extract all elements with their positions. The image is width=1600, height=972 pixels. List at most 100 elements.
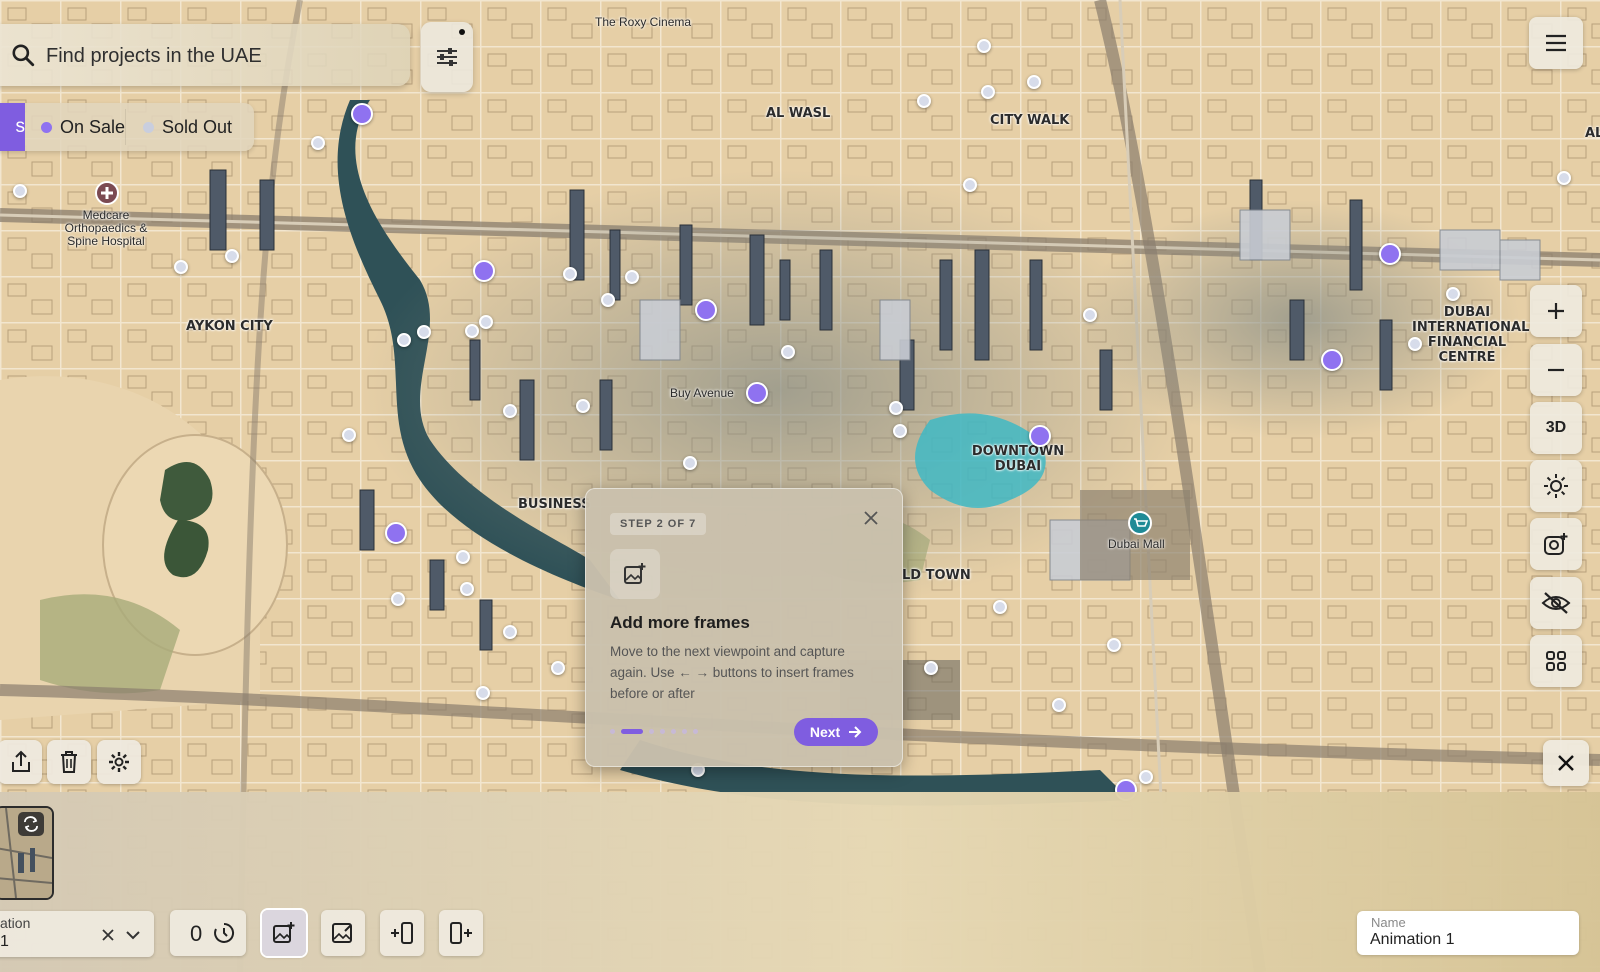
project-marker-sold-out[interactable] <box>311 136 325 150</box>
hide-button[interactable] <box>1530 577 1582 629</box>
project-marker-sold-out[interactable] <box>342 428 356 442</box>
project-marker-sold-out[interactable] <box>1139 770 1153 784</box>
project-marker-sold-out[interactable] <box>397 333 411 347</box>
insert-frame-before-button[interactable] <box>380 910 424 956</box>
legend-item-sold-out[interactable]: Sold Out <box>143 103 232 151</box>
menu-button[interactable] <box>1529 17 1583 69</box>
zoom-out-button[interactable] <box>1530 344 1582 396</box>
replace-frame-button[interactable] <box>321 910 365 956</box>
project-marker-sold-out[interactable] <box>456 550 470 564</box>
project-marker-sold-out[interactable] <box>977 39 991 53</box>
close-animation-button[interactable] <box>1543 740 1589 786</box>
animation-select[interactable]: ation 1 <box>0 911 154 957</box>
project-marker-sold-out[interactable] <box>1027 75 1041 89</box>
share-button[interactable] <box>0 740 42 784</box>
project-marker-on-sale[interactable] <box>695 299 717 321</box>
project-marker-sold-out[interactable] <box>13 184 27 198</box>
animation-name-input[interactable] <box>1370 931 1570 949</box>
search-input[interactable] <box>44 38 378 74</box>
project-marker-sold-out[interactable] <box>576 399 590 413</box>
area-label-difc: DUBAI INTERNATIONAL FINANCIAL CENTRE <box>1412 305 1530 365</box>
step-dot <box>682 729 687 734</box>
project-marker-on-sale[interactable] <box>746 382 768 404</box>
project-marker-sold-out[interactable] <box>479 315 493 329</box>
project-marker-sold-out[interactable] <box>683 456 697 470</box>
frame-loop-badge[interactable] <box>18 812 44 836</box>
project-marker-on-sale[interactable] <box>1321 349 1343 371</box>
clear-icon[interactable] <box>102 929 114 941</box>
dialog-close-button[interactable] <box>860 507 882 529</box>
project-marker-sold-out[interactable] <box>503 625 517 639</box>
step-dot <box>693 729 698 734</box>
legend-divider <box>125 109 126 145</box>
sold-out-dot <box>143 122 154 133</box>
plus-icon <box>1548 303 1564 319</box>
project-marker-sold-out[interactable] <box>391 592 405 606</box>
project-marker-sold-out[interactable] <box>893 424 907 438</box>
project-marker-on-sale[interactable] <box>385 522 407 544</box>
project-marker-sold-out[interactable] <box>924 661 938 675</box>
project-marker-sold-out[interactable] <box>503 404 517 418</box>
project-marker-sold-out[interactable] <box>963 178 977 192</box>
arrow-right-icon <box>849 726 862 738</box>
project-marker-sold-out[interactable] <box>1107 638 1121 652</box>
poi-roxy-cinema[interactable]: The Roxy Cinema <box>595 16 691 29</box>
project-marker-sold-out[interactable] <box>460 582 474 596</box>
project-marker-sold-out[interactable] <box>1446 287 1460 301</box>
search-bar[interactable] <box>0 24 410 86</box>
view-mode-3d-button[interactable]: 3D <box>1530 402 1582 454</box>
delete-button[interactable] <box>47 740 91 784</box>
project-marker-sold-out[interactable] <box>1557 171 1571 185</box>
animation-name-field[interactable]: Name <box>1357 911 1579 955</box>
project-marker-on-sale[interactable] <box>351 103 373 125</box>
hospital-icon[interactable] <box>94 180 120 206</box>
project-marker-sold-out[interactable] <box>889 401 903 415</box>
poi-dubai-mall[interactable]: Dubai Mall <box>1108 538 1165 551</box>
project-marker-sold-out[interactable] <box>993 600 1007 614</box>
project-marker-sold-out[interactable] <box>1408 337 1422 351</box>
project-marker-sold-out[interactable] <box>781 345 795 359</box>
chevron-down-icon[interactable] <box>126 930 140 940</box>
project-marker-on-sale[interactable] <box>1379 243 1401 265</box>
grid-button[interactable] <box>1530 635 1582 687</box>
project-marker-sold-out[interactable] <box>981 85 995 99</box>
project-marker-sold-out[interactable] <box>174 260 188 274</box>
on-sale-dot <box>41 122 52 133</box>
project-marker-sold-out[interactable] <box>551 661 565 675</box>
project-marker-on-sale[interactable] <box>1029 425 1051 447</box>
project-marker-sold-out[interactable] <box>1052 698 1066 712</box>
repeat-icon <box>24 816 38 832</box>
lighting-button[interactable] <box>1530 460 1582 512</box>
add-frame-button[interactable] <box>262 910 306 956</box>
minus-icon <box>1548 368 1564 372</box>
camera-plus-icon <box>1544 533 1568 555</box>
legend-active-segment[interactable]: s <box>0 103 25 151</box>
poi-buy-avenue[interactable]: Buy Avenue <box>670 387 734 400</box>
project-marker-sold-out[interactable] <box>417 325 431 339</box>
settings-button[interactable] <box>97 740 141 784</box>
project-marker-sold-out[interactable] <box>563 267 577 281</box>
filter-button[interactable] <box>421 22 473 92</box>
zoom-in-button[interactable] <box>1530 285 1582 337</box>
project-marker-sold-out[interactable] <box>476 686 490 700</box>
project-marker-sold-out[interactable] <box>917 94 931 108</box>
project-marker-on-sale[interactable] <box>473 260 495 282</box>
frame-duration-field[interactable]: 0 <box>170 910 246 956</box>
area-label-aykon-city: AYKON CITY <box>186 319 273 334</box>
legend-item-on-sale[interactable]: On Sale <box>41 103 125 151</box>
insert-frame-after-button[interactable] <box>439 910 483 956</box>
project-marker-sold-out[interactable] <box>625 270 639 284</box>
project-marker-sold-out[interactable] <box>225 249 239 263</box>
dialog-icon-tile <box>610 549 660 599</box>
shopping-cart-icon[interactable] <box>1127 510 1153 536</box>
capture-button[interactable] <box>1530 518 1582 570</box>
poi-medcare-hospital[interactable]: Medcare Orthopaedics & Spine Hospital <box>56 209 156 248</box>
project-marker-sold-out[interactable] <box>1083 308 1097 322</box>
eye-off-icon <box>1541 592 1571 614</box>
project-marker-sold-out[interactable] <box>601 293 615 307</box>
project-marker-sold-out[interactable] <box>465 324 479 338</box>
next-button[interactable]: Next <box>794 718 878 746</box>
view-mode-label: 3D <box>1545 419 1567 436</box>
frame-thumbnail[interactable] <box>0 806 54 900</box>
image-plus-icon <box>273 922 295 943</box>
